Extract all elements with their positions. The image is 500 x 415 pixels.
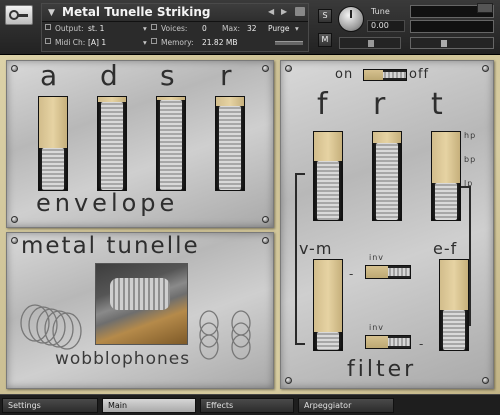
output-row: Output: st. 1 ▾ Voices: 0 Max: 32 Purge …: [42, 22, 308, 36]
tab-effects[interactable]: Effects: [200, 398, 294, 413]
filter-resonance-slider[interactable]: [372, 131, 402, 221]
camera-icon[interactable]: [295, 7, 305, 16]
velocity-mod-label: v-m: [299, 239, 333, 258]
midi-label: Midi Ch:: [55, 38, 86, 47]
prev-preset-icon[interactable]: ◀: [268, 7, 274, 16]
filter-type-slider[interactable]: [431, 131, 461, 221]
filter-off-label: off: [409, 67, 430, 82]
volume-slider[interactable]: [410, 37, 494, 49]
env-filter-slider[interactable]: [439, 259, 469, 351]
collapse-caret-icon[interactable]: ▼: [48, 8, 55, 18]
env-filter-label: e-f: [433, 239, 458, 258]
voices-value: 0: [202, 24, 207, 33]
output-dropdown-icon[interactable]: ▾: [143, 24, 147, 33]
spring-coil-icon: [199, 310, 251, 360]
envelope-letter-s: s: [160, 59, 177, 92]
filter-frequency-slider[interactable]: [313, 131, 343, 221]
filter-type-hp[interactable]: hp: [464, 131, 476, 140]
filter-on-label: on: [335, 67, 354, 82]
instrument-title: Metal Tunelle Striking: [62, 5, 211, 19]
filter-type-bp[interactable]: bp: [464, 155, 476, 164]
voices-label: Voices:: [161, 24, 188, 33]
release-slider[interactable]: [215, 96, 245, 191]
memory-icon: [151, 38, 157, 44]
tab-main[interactable]: Main: [102, 398, 196, 413]
filter-on-off-switch[interactable]: [363, 69, 407, 81]
max-label: Max:: [222, 24, 241, 33]
screw-icon: [482, 377, 489, 384]
filter-label: filter: [347, 357, 417, 382]
filter-panel: on off f r t hp bp lp v-m e-f inv - inv …: [280, 60, 494, 389]
midi-icon: [45, 38, 51, 44]
filter-letter-t: t: [431, 87, 445, 122]
screw-icon: [11, 237, 18, 244]
dash-label: -: [419, 337, 425, 351]
screw-icon: [482, 65, 489, 72]
midi-channel-select[interactable]: [A] 1: [88, 38, 106, 47]
connector-line: [461, 186, 471, 188]
filter-letter-f: f: [317, 87, 330, 122]
connector-line: [295, 173, 297, 345]
solo-button[interactable]: S: [318, 9, 332, 23]
close-icon[interactable]: [477, 3, 493, 13]
envelope-panel: a d s r envelope: [6, 59, 274, 228]
mute-button[interactable]: M: [318, 33, 332, 47]
screw-icon: [262, 237, 269, 244]
filter-letter-r: r: [373, 87, 388, 122]
instrument-body: a d s r envelope metal tunelle wobblopho…: [0, 55, 500, 394]
voices-icon: [151, 24, 157, 30]
envelope-label: envelope: [36, 189, 179, 217]
instrument-info-panel: ▼ Metal Tunelle Striking ◀ ▶ Output: st.…: [41, 3, 309, 52]
memory-value: 21.82 MB: [202, 38, 238, 47]
bottom-tab-bar: Settings Main Effects Arpeggiator: [0, 394, 500, 415]
instrument-logo-text: metal tunelle: [21, 233, 200, 259]
velocity-mod-slider[interactable]: [313, 259, 343, 351]
screw-icon: [285, 65, 292, 72]
attack-slider[interactable]: [38, 96, 68, 191]
purge-dropdown-icon[interactable]: ▾: [295, 24, 299, 33]
screw-icon: [11, 65, 18, 72]
invert-label-bottom: inv: [369, 323, 385, 332]
tab-settings[interactable]: Settings: [2, 398, 98, 413]
wrench-icon[interactable]: [5, 5, 33, 25]
memory-label: Memory:: [161, 38, 194, 47]
screw-icon: [11, 216, 18, 223]
next-preset-icon[interactable]: ▶: [281, 7, 287, 16]
decay-slider[interactable]: [97, 96, 127, 191]
midi-dropdown-icon[interactable]: ▾: [143, 38, 147, 47]
output-icon: [45, 24, 51, 30]
envelope-letter-a: a: [40, 59, 60, 92]
invert-velocity-switch[interactable]: [365, 265, 411, 279]
tab-arpeggiator[interactable]: Arpeggiator: [298, 398, 394, 413]
connector-line: [295, 343, 305, 345]
connector-line: [295, 173, 305, 175]
tune-label: Tune: [371, 7, 390, 16]
screw-icon: [285, 377, 292, 384]
purge-meter: [275, 41, 303, 45]
output-meter-bottom: [410, 20, 494, 33]
dash-label: -: [349, 267, 355, 281]
subtitle-text: wobblophones: [55, 349, 191, 369]
output-select[interactable]: st. 1: [88, 24, 104, 33]
screw-icon: [262, 65, 269, 72]
instrument-photo: [95, 263, 188, 345]
banner-panel: metal tunelle wobblophones: [6, 232, 274, 389]
tune-knob[interactable]: [338, 6, 364, 32]
invert-label-top: inv: [369, 253, 385, 262]
envelope-letter-d: d: [100, 59, 120, 92]
title-row: ▼ Metal Tunelle Striking ◀ ▶: [42, 4, 308, 22]
max-voices-field[interactable]: 32: [247, 24, 257, 33]
midi-row: Midi Ch: [A] 1 ▾ Memory: 21.82 MB: [42, 36, 308, 50]
output-label: Output:: [55, 24, 84, 33]
screw-icon: [262, 216, 269, 223]
purge-button[interactable]: Purge: [268, 24, 289, 33]
tune-value-field[interactable]: 0.00: [367, 20, 405, 32]
pan-slider[interactable]: [339, 37, 401, 49]
invert-env-switch[interactable]: [365, 335, 411, 349]
sustain-slider[interactable]: [156, 96, 186, 191]
instrument-header: ▼ Metal Tunelle Striking ◀ ▶ Output: st.…: [0, 0, 500, 55]
envelope-letter-r: r: [220, 59, 234, 92]
connector-line: [469, 186, 471, 326]
